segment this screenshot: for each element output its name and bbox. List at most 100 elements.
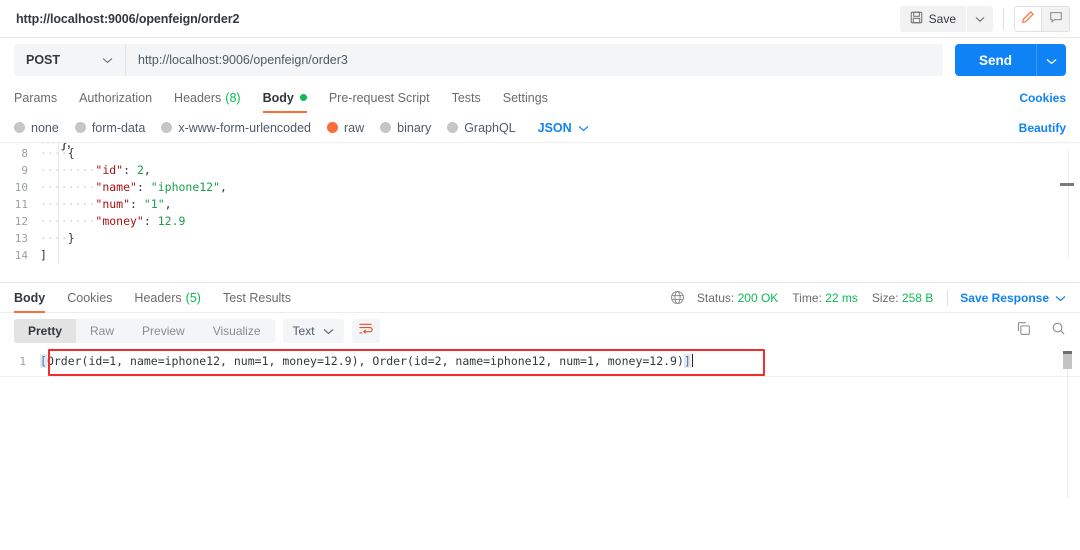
send-options-button[interactable] xyxy=(1036,44,1066,76)
response-tab-cookies[interactable]: Cookies xyxy=(56,283,123,313)
chevron-down-icon xyxy=(102,53,113,67)
code-line: 9 ········"id": 2, xyxy=(0,162,1080,179)
globe-icon xyxy=(670,290,685,305)
body-type-graphql[interactable]: GraphQL xyxy=(447,120,516,135)
copy-button[interactable] xyxy=(1016,321,1031,341)
save-options-button[interactable] xyxy=(967,5,993,32)
body-type-urlencoded[interactable]: x-www-form-urlencoded xyxy=(161,121,311,135)
indent-guide: ········ xyxy=(40,214,96,228)
response-scrollbar-thumb[interactable] xyxy=(1063,351,1072,369)
save-button-group: Save xyxy=(899,5,993,32)
time-label: Time: xyxy=(792,290,822,305)
code-text: } xyxy=(67,231,75,245)
tab-pre-request-script-label: Pre-request Script xyxy=(328,90,430,105)
json-value: 12.9 xyxy=(157,214,186,228)
tab-params[interactable]: Params xyxy=(14,82,68,113)
url-bar: POST http://localhost:9006/openfeign/ord… xyxy=(0,38,1080,82)
response-language-select[interactable]: Text xyxy=(282,319,344,343)
response-format-bar: Pretty Raw Preview Visualize Text xyxy=(0,313,1080,349)
response-tab-body[interactable]: Body xyxy=(14,283,56,313)
line-number: 12 xyxy=(14,215,28,228)
close-bracket: ] xyxy=(683,354,691,368)
body-type-none[interactable]: none xyxy=(14,121,59,135)
view-preview[interactable]: Preview xyxy=(128,319,199,343)
save-button[interactable]: Save xyxy=(899,5,966,32)
response-tab-headers-count: (5) xyxy=(185,290,201,305)
tab-settings-label: Settings xyxy=(502,90,548,105)
response-line: 1 [Order(id=1, name=iphone12, num=1, mon… xyxy=(0,349,1080,369)
body-type-form-data-label: form-data xyxy=(91,120,146,135)
indent-guide: ········ xyxy=(40,163,96,177)
indent-guide: ···· xyxy=(40,231,68,245)
response-tab-cookies-label: Cookies xyxy=(67,290,113,305)
body-format-select[interactable]: JSON xyxy=(538,121,589,135)
tab-params-label: Params xyxy=(14,90,58,105)
http-method-select[interactable]: POST xyxy=(14,44,126,76)
tab-tests[interactable]: Tests xyxy=(441,82,492,113)
body-type-binary[interactable]: binary xyxy=(380,121,431,135)
search-icon[interactable] xyxy=(1051,321,1066,341)
tab-headers[interactable]: Headers (8) xyxy=(163,82,252,113)
word-wrap-icon xyxy=(358,322,373,340)
top-bar-actions: Save xyxy=(899,5,1070,32)
editor-fold-guide xyxy=(58,143,59,264)
url-input-group: POST http://localhost:9006/openfeign/ord… xyxy=(14,44,943,76)
response-time: Time: 22 ms xyxy=(792,291,858,305)
json-trail: , xyxy=(143,163,151,177)
response-right-rail xyxy=(1067,349,1068,499)
body-type-raw[interactable]: raw xyxy=(327,121,364,135)
json-sep: : xyxy=(143,214,158,228)
word-wrap-button[interactable] xyxy=(351,319,380,343)
code-line: 14 ] xyxy=(0,247,1080,264)
tab-authorization-label: Authorization xyxy=(79,90,153,105)
response-tab-headers[interactable]: Headers (5) xyxy=(123,283,212,313)
body-type-graphql-label: GraphQL xyxy=(464,120,516,135)
tab-tests-label: Tests xyxy=(451,90,481,105)
json-sep: : xyxy=(123,163,137,177)
editor-code: 8 ····{ 9 ········"id": 2, 10 ········"n… xyxy=(0,143,1080,264)
comments-button[interactable] xyxy=(1042,5,1070,32)
indent-guide: ········ xyxy=(40,197,96,211)
chevron-down-icon xyxy=(975,11,985,26)
editor-scrollbar-thumb[interactable] xyxy=(1060,183,1074,186)
line-number: 9 xyxy=(21,164,28,177)
save-response-button[interactable]: Save Response xyxy=(960,291,1066,305)
save-response-label: Save Response xyxy=(960,290,1049,305)
view-raw[interactable]: Raw xyxy=(76,319,128,343)
request-tabs: Params Authorization Headers (8) Body Pr… xyxy=(0,82,1080,113)
code-line: 10 ········"name": "iphone12", xyxy=(0,179,1080,196)
body-type-form-data[interactable]: form-data xyxy=(74,120,146,135)
json-trail: , xyxy=(220,180,227,194)
cookies-link[interactable]: Cookies xyxy=(1019,91,1066,105)
size-value: 258 B xyxy=(901,290,934,305)
top-bar: http://localhost:9006/openfeign/order2 S… xyxy=(0,0,1080,38)
chevron-down-icon xyxy=(1046,53,1057,68)
tab-authorization[interactable]: Authorization xyxy=(68,82,163,113)
response-tab-test-results-label: Test Results xyxy=(222,290,292,305)
send-button[interactable]: Send xyxy=(954,44,1036,76)
save-button-label: Save xyxy=(928,11,956,26)
response-status: Status: 200 OK xyxy=(697,291,778,305)
beautify-button[interactable]: Beautify xyxy=(1019,121,1066,135)
response-status-bar: Status: 200 OK Time: 22 ms Size: 258 B S… xyxy=(670,289,1066,306)
view-visualize[interactable]: Visualize xyxy=(199,319,275,343)
http-method-value: POST xyxy=(26,53,61,67)
text-cursor xyxy=(691,354,693,367)
response-language-value: Text xyxy=(292,324,315,338)
view-pretty[interactable]: Pretty xyxy=(14,319,77,343)
response-text: [Order(id=1, name=iphone12, num=1, money… xyxy=(40,354,693,368)
editor-scrollbar[interactable] xyxy=(1068,148,1074,260)
tab-headers-count: (8) xyxy=(225,90,241,105)
response-tab-test-results[interactable]: Test Results xyxy=(212,283,302,313)
edit-request-button[interactable] xyxy=(1014,5,1042,32)
tab-pre-request-script[interactable]: Pre-request Script xyxy=(318,82,441,113)
postman-window: http://localhost:9006/openfeign/order2 S… xyxy=(0,0,1080,550)
url-input[interactable]: http://localhost:9006/openfeign/order3 xyxy=(126,44,943,76)
tab-body[interactable]: Body xyxy=(252,82,318,113)
body-type-raw-label: raw xyxy=(344,120,365,135)
response-body-viewer[interactable]: 1 [Order(id=1, name=iphone12, num=1, mon… xyxy=(0,349,1080,499)
line-number: 13 xyxy=(14,232,28,245)
tab-settings[interactable]: Settings xyxy=(492,82,559,113)
tab-body-label: Body xyxy=(262,90,294,105)
request-body-editor[interactable]: ····}, 8 ····{ 9 ········"id": 2, 10 ···… xyxy=(0,143,1080,283)
